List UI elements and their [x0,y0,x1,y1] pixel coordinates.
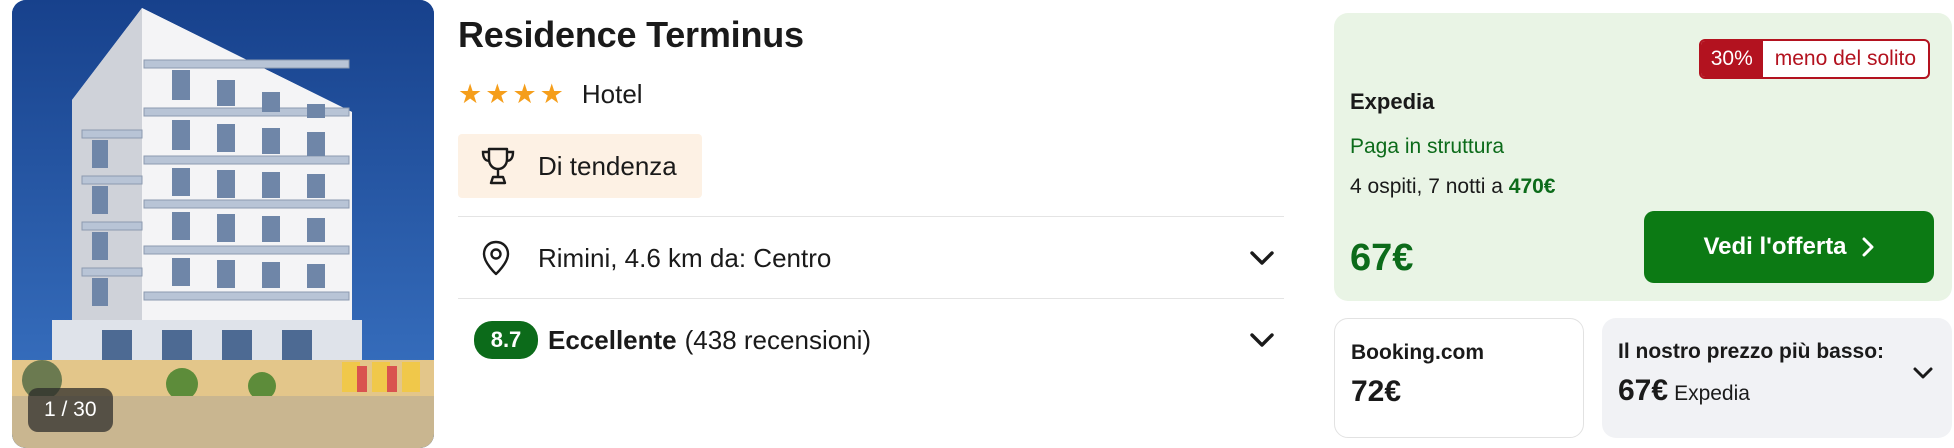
hotel-name[interactable]: Residence Terminus [458,14,804,56]
hotel-type: Hotel [581,78,643,109]
stay-total: 470€ [1508,175,1556,198]
hotel-building-image [12,0,434,448]
divider [458,298,1284,299]
stay-text: 4 ospiti, 7 notti a [1350,175,1509,198]
view-offer-label: Vedi l'offerta [1703,233,1847,260]
payment-note: Paga in struttura [1350,135,1505,158]
lowest-price-value: 67€ [1618,374,1669,407]
hotel-class-row: ★ ★ ★ ★ Hotel [458,76,643,112]
rating-row[interactable]: 8.7 Eccellente (438 recensioni) [458,300,1284,380]
lowest-price-label: Il nostro prezzo più basso: [1618,340,1885,363]
trophy-icon [481,147,515,185]
chevron-right-icon [1862,237,1874,257]
trending-label: Di tendenza [538,150,677,181]
divider [458,216,1284,217]
alt-offer-price: 72€ [1351,375,1402,408]
rating-label: Eccellente [548,324,677,355]
offer-provider: Expedia [1350,89,1435,114]
stay-summary: 4 ospiti, 7 notti a 470€ [1350,175,1555,199]
trending-badge: Di tendenza [458,134,702,198]
alt-offer-provider: Booking.com [1351,341,1485,364]
chevron-down-icon[interactable] [1248,249,1276,267]
view-offer-button[interactable]: Vedi l'offerta [1644,211,1934,283]
discount-badge: 30% meno del solito [1698,39,1930,79]
chevron-down-icon[interactable] [1248,331,1276,349]
photo-counter: 1 / 30 [28,388,113,432]
star-icon: ★ [539,78,564,109]
featured-offer[interactable]: 30% meno del solito Expedia Paga in stru… [1334,13,1952,301]
star-icon: ★ [485,78,510,109]
star-rating: ★ ★ ★ ★ [458,78,564,109]
location-row[interactable]: Rimini, 4.6 km da: Centro [458,218,1284,298]
location-text: Rimini, 4.6 km da: Centro [538,242,832,273]
discount-text: meno del solito [1774,47,1916,70]
alt-offer-card[interactable]: Booking.com 72€ [1334,318,1584,438]
rating-score-badge: 8.7 [474,321,538,359]
star-icon: ★ [458,78,483,109]
star-icon: ★ [512,78,537,109]
lowest-price-card[interactable]: Il nostro prezzo più basso: 67€ Expedia [1602,318,1952,438]
map-pin-icon [482,240,510,276]
discount-percent: 30% [1700,41,1763,77]
lowest-price-source: Expedia [1674,382,1750,405]
lowest-price: 67€ Expedia [1618,374,1750,408]
hotel-photo[interactable]: 1 / 30 [12,0,434,448]
offer-price: 67€ [1350,237,1414,279]
review-count: (438 recensioni) [684,324,872,355]
chevron-down-icon[interactable] [1912,366,1934,380]
